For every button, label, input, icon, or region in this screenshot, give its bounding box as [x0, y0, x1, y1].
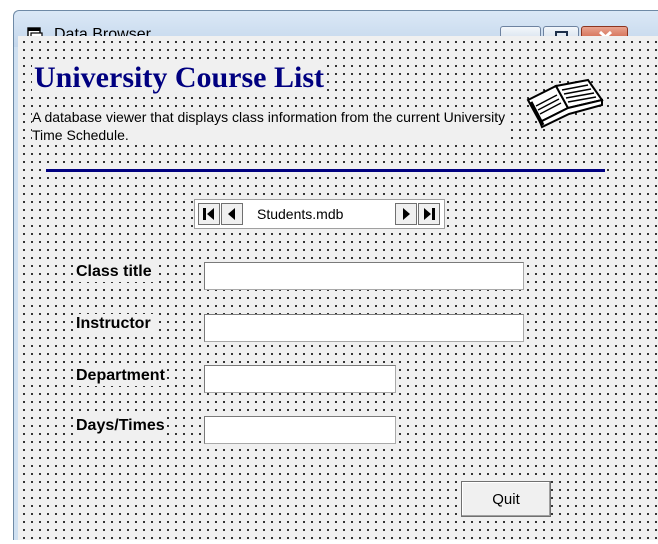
open-book-icon — [526, 78, 604, 129]
window-bottom-edge — [0, 540, 658, 544]
quit-button[interactable]: Quit — [461, 481, 551, 517]
department-label: Department — [74, 366, 167, 386]
instructor-label: Instructor — [74, 314, 153, 334]
class-title-label: Class title — [74, 262, 154, 282]
divider-line — [46, 169, 605, 172]
class-title-field[interactable] — [204, 262, 524, 290]
first-record-icon — [203, 208, 214, 220]
days-times-label: Days/Times — [74, 416, 167, 436]
previous-record-button[interactable] — [221, 203, 243, 225]
instructor-field[interactable] — [204, 314, 524, 342]
page-title: University Course List — [32, 60, 327, 96]
data-control-caption: Students.mdb — [257, 206, 344, 222]
next-record-icon — [403, 208, 410, 220]
last-record-icon — [424, 208, 435, 220]
next-record-button[interactable] — [395, 203, 417, 225]
data-control[interactable]: Students.mdb — [194, 199, 445, 229]
days-times-field[interactable] — [204, 416, 396, 444]
last-record-button[interactable] — [418, 203, 440, 225]
department-field[interactable] — [204, 365, 396, 393]
first-record-button[interactable] — [198, 203, 220, 225]
description-text: A database viewer that displays class in… — [32, 108, 510, 144]
previous-record-icon — [228, 208, 235, 220]
